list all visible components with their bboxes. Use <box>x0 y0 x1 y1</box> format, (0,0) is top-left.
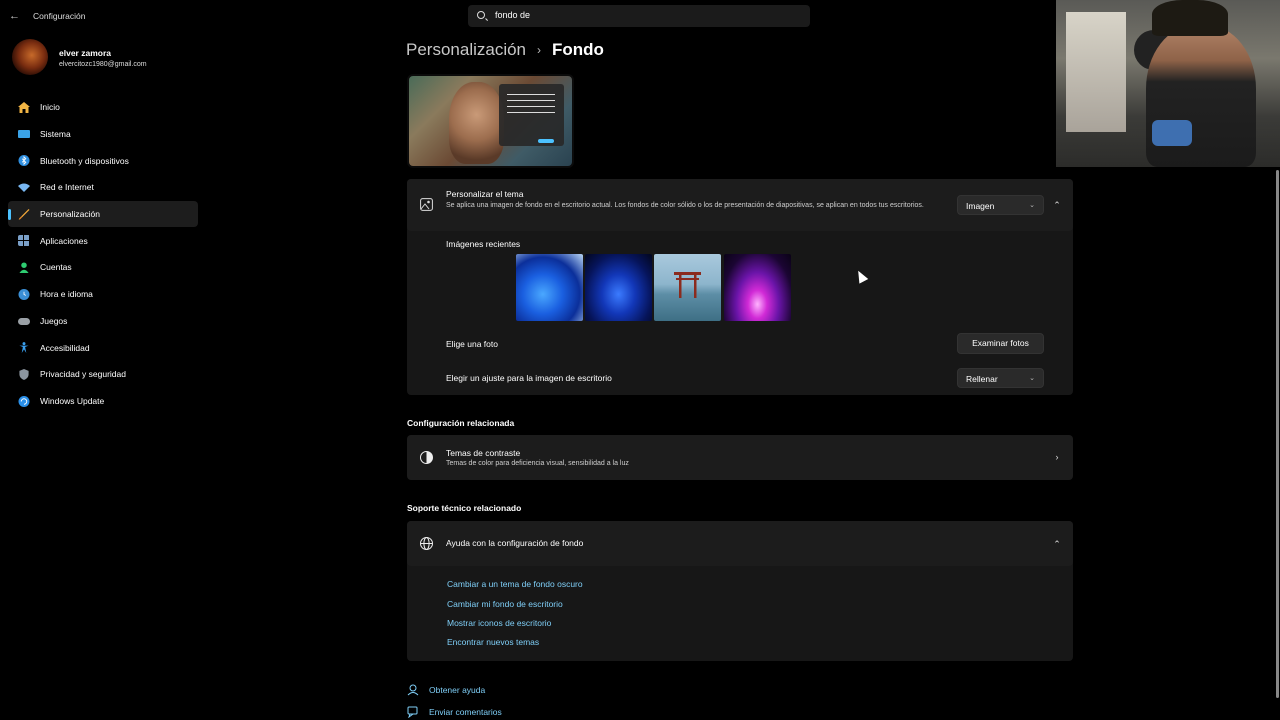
preview-wallpaper <box>449 82 504 164</box>
webcam-shirt-logo <box>1152 120 1192 146</box>
help-title: Ayuda con la configuración de fondo <box>446 538 584 548</box>
scrollbar[interactable] <box>1276 170 1279 698</box>
preview-line <box>507 100 555 101</box>
sidebar-item-red[interactable]: Red e Internet <box>8 174 198 201</box>
gamepad-icon <box>18 317 30 325</box>
sidebar-item-label: Bluetooth y dispositivos <box>40 155 129 166</box>
sidebar-item-inicio[interactable]: Inicio <box>8 94 198 121</box>
choose-photo-label: Elige una foto <box>446 339 498 349</box>
chevron-right-icon: › <box>1055 452 1059 462</box>
webcam-cap <box>1152 0 1228 36</box>
sidebar-item-label: Privacidad y seguridad <box>40 369 126 380</box>
accessibility-icon <box>19 342 29 354</box>
search-icon <box>477 11 485 19</box>
recent-images-label: Imágenes recientes <box>446 239 521 249</box>
search-box[interactable] <box>468 5 810 27</box>
bluetooth-icon <box>18 155 30 167</box>
shield-icon <box>19 368 29 380</box>
sidebar-item-juegos[interactable]: Juegos <box>8 308 198 335</box>
contrast-icon <box>420 451 433 464</box>
sidebar-item-cuentas[interactable]: Cuentas <box>8 254 198 281</box>
preview-line <box>507 94 555 95</box>
recent-image-4[interactable] <box>724 254 791 321</box>
torii-gate-icon <box>674 272 701 298</box>
sidebar-item-personalizacion[interactable]: Personalización <box>8 200 198 228</box>
related-settings-title: Configuración relacionada <box>407 418 515 428</box>
sidebar-item-label: Accesibilidad <box>40 342 90 353</box>
sidebar-item-label: Sistema <box>40 129 71 140</box>
sidebar-item-windows-update[interactable]: Windows Update <box>8 388 198 415</box>
preview-line <box>507 112 555 113</box>
fit-dropdown[interactable]: Rellenar ⌄ <box>957 368 1044 388</box>
avatar <box>12 39 48 75</box>
sidebar-item-sistema[interactable]: Sistema <box>8 121 198 148</box>
wifi-icon <box>18 183 30 193</box>
breadcrumb-separator-icon: › <box>537 43 542 57</box>
browse-photos-button[interactable]: Examinar fotos <box>957 333 1044 354</box>
personalize-title: Personalizar el tema <box>446 189 524 199</box>
picture-icon <box>420 198 433 211</box>
update-icon <box>18 395 30 407</box>
recent-image-3[interactable] <box>654 254 721 321</box>
webcam-background <box>1066 12 1126 132</box>
sidebar-nav: Inicio Sistema Bluetooth y dispositivos … <box>8 94 198 414</box>
get-help-link[interactable]: Obtener ayuda <box>429 685 485 695</box>
help-link[interactable]: Encontrar nuevos temas <box>447 637 539 647</box>
sidebar-item-label: Hora e idioma <box>40 289 93 300</box>
sidebar-item-label: Personalización <box>40 209 101 220</box>
sidebar-item-hora[interactable]: Hora e idioma <box>8 281 198 308</box>
webcam-overlay <box>1056 0 1280 167</box>
help-link[interactable]: Mostrar iconos de escritorio <box>447 618 551 628</box>
sidebar-item-bluetooth[interactable]: Bluetooth y dispositivos <box>8 147 198 174</box>
help-icon <box>407 684 419 696</box>
sidebar-item-label: Inicio <box>40 102 60 113</box>
chevron-up-icon[interactable]: ⌃ <box>1052 200 1062 210</box>
help-link[interactable]: Cambiar a un tema de fondo oscuro <box>447 579 583 589</box>
chevron-down-icon: ⌄ <box>1029 375 1035 382</box>
sidebar-item-label: Juegos <box>40 315 68 326</box>
help-link[interactable]: Cambiar mi fondo de escritorio <box>447 599 563 609</box>
preview-window <box>499 84 564 146</box>
sidebar-item-aplicaciones[interactable]: Aplicaciones <box>8 227 198 254</box>
recent-image-2[interactable] <box>585 254 652 321</box>
app-title: Configuración <box>33 11 86 21</box>
chevron-down-icon: ⌄ <box>1029 202 1035 209</box>
desktop-preview <box>407 74 574 168</box>
sidebar-item-label: Cuentas <box>40 262 72 273</box>
page-title: Fondo <box>552 40 604 59</box>
sidebar-item-label: Windows Update <box>40 395 105 406</box>
support-title: Soporte técnico relacionado <box>407 503 522 513</box>
breadcrumb-parent[interactable]: Personalización <box>406 40 526 60</box>
send-feedback-link[interactable]: Enviar comentarios <box>429 707 502 717</box>
preview-button <box>538 139 554 143</box>
personalize-description: Se aplica una imagen de fondo en el escr… <box>446 202 924 209</box>
recent-image-1[interactable] <box>516 254 583 321</box>
sidebar-item-privacidad[interactable]: Privacidad y seguridad <box>8 361 198 388</box>
user-name: elver zamora <box>59 48 111 58</box>
background-type-dropdown[interactable]: Imagen ⌄ <box>957 195 1044 215</box>
back-arrow-icon[interactable]: ← <box>9 10 23 22</box>
brush-icon <box>18 208 30 220</box>
preview-line <box>507 106 555 107</box>
globe-icon <box>420 537 433 550</box>
search-input[interactable] <box>495 10 795 20</box>
feedback-icon <box>407 706 418 718</box>
person-icon <box>19 262 29 274</box>
contrast-description: Temas de color para deficiencia visual, … <box>446 460 629 467</box>
sidebar-item-label: Red e Internet <box>40 182 94 193</box>
breadcrumb: Personalización › Fondo <box>406 40 604 60</box>
dropdown-value: Imagen <box>966 201 995 211</box>
chevron-up-icon[interactable]: ⌃ <box>1052 539 1062 549</box>
dropdown-value: Rellenar <box>966 374 998 384</box>
monitor-icon <box>18 129 30 138</box>
sidebar-item-label: Aplicaciones <box>40 235 88 246</box>
home-icon <box>18 102 30 113</box>
contrast-title: Temas de contraste <box>446 448 521 458</box>
apps-icon <box>18 235 29 247</box>
globe-clock-icon <box>18 288 30 300</box>
user-email: elvercitozc1980@gmail.com <box>59 61 147 68</box>
fit-label: Elegir un ajuste para la imagen de escri… <box>446 373 612 383</box>
sidebar-item-accesibilidad[interactable]: Accesibilidad <box>8 334 198 361</box>
